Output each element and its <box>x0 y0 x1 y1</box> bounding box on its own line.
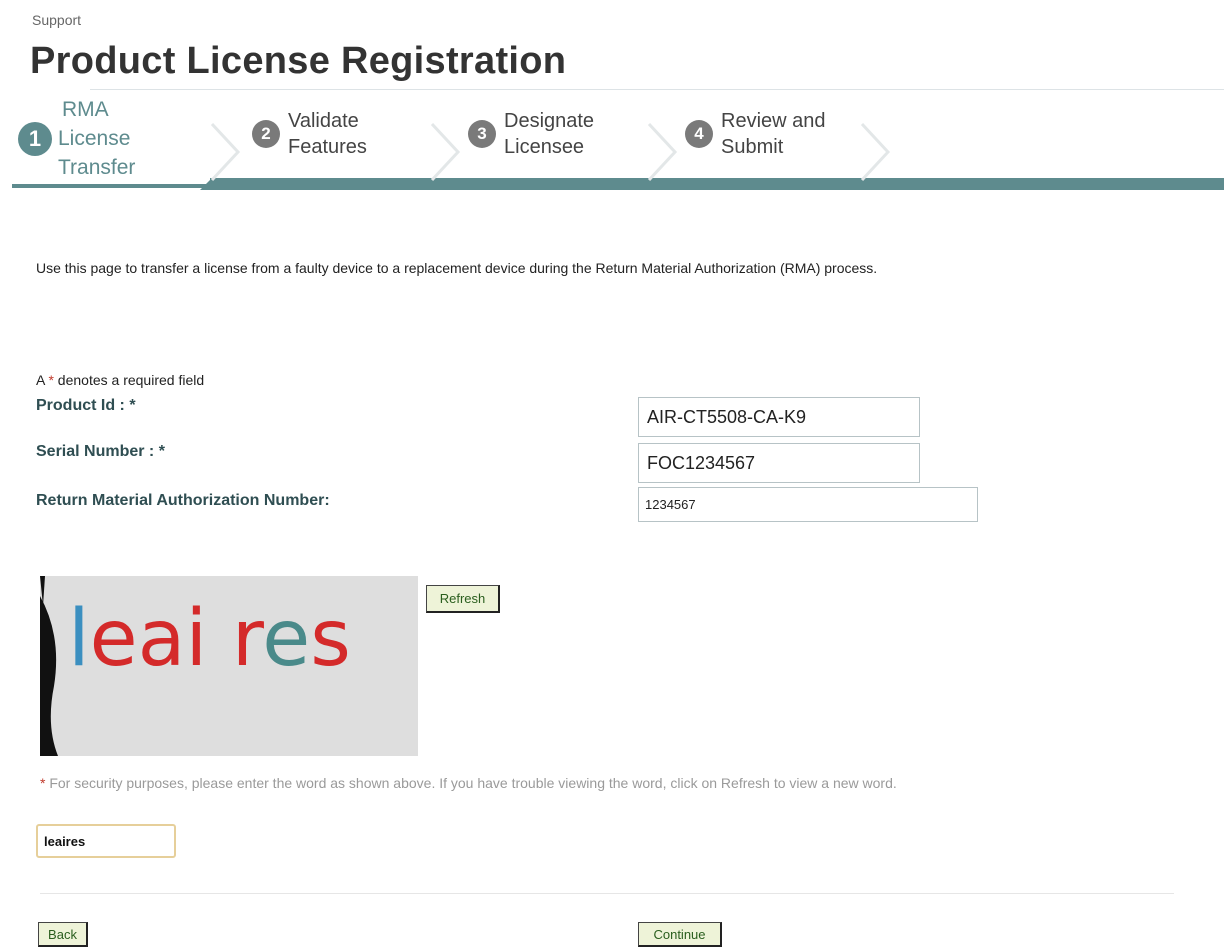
step-2-number: 2 <box>252 120 280 148</box>
required-note-suffix: denotes a required field <box>53 372 205 388</box>
back-button[interactable]: Back <box>38 922 88 947</box>
wizard-step-review-submit[interactable]: 4 Review and Submit <box>685 108 826 160</box>
product-id-input[interactable] <box>638 397 920 437</box>
captcha-instructions: * For security purposes, please enter th… <box>40 772 1130 795</box>
intro-text: Use this page to transfer a license from… <box>36 260 878 276</box>
wizard-step-validate-features[interactable]: 2 Validate Features <box>252 108 367 160</box>
required-field-note: A * denotes a required field <box>36 372 204 388</box>
captcha-image: leai res <box>40 576 418 756</box>
wizard-step-rma-license-transfer[interactable]: 1 RMA License Transfer <box>18 95 135 182</box>
wizard-step-designate-licensee[interactable]: 3 Designate Licensee <box>468 108 594 160</box>
step-3-number: 3 <box>468 120 496 148</box>
step-1-label-line2: License <box>58 127 131 150</box>
step-4-label-line2: Submit <box>721 136 784 158</box>
chevron-right-icon <box>430 122 461 182</box>
step-2-label-line1: Validate <box>288 110 359 132</box>
step-2-label: Validate Features <box>288 108 367 160</box>
wizard-progress-bar <box>210 178 1224 190</box>
rma-number-input[interactable] <box>638 487 978 522</box>
captcha-input[interactable] <box>36 824 176 858</box>
step-3-label-line1: Designate <box>504 110 595 132</box>
refresh-button[interactable]: Refresh <box>426 585 500 613</box>
form-bottom-divider <box>40 893 1174 894</box>
captcha-note-text: For security purposes, please enter the … <box>45 775 897 791</box>
page-title: Product License Registration <box>30 40 567 82</box>
step-1-number: 1 <box>18 121 52 156</box>
title-divider <box>90 89 1224 90</box>
step-3-label: Designate Licensee <box>504 108 594 160</box>
step-3-label-line2: Licensee <box>504 136 585 158</box>
wizard-active-underline <box>12 184 212 188</box>
captcha-word: leai res <box>68 594 351 684</box>
step-4-label-line1: Review and <box>721 110 826 132</box>
rma-number-label: Return Material Authorization Number: <box>36 492 330 509</box>
step-1-label-line3: Transfer <box>58 156 136 179</box>
step-4-label: Review and Submit <box>721 108 826 160</box>
step-4-number: 4 <box>685 120 713 148</box>
chevron-right-icon <box>210 122 241 182</box>
serial-number-label: Serial Number : * <box>36 443 165 460</box>
product-id-label: Product Id : * <box>36 397 136 414</box>
chevron-right-icon <box>860 122 891 182</box>
serial-number-input[interactable] <box>638 443 920 483</box>
step-1-label: RMA License Transfer <box>58 95 135 182</box>
continue-button[interactable]: Continue <box>638 922 722 947</box>
chevron-right-icon <box>647 122 678 182</box>
step-1-label-line1: RMA <box>62 98 109 121</box>
required-note-prefix: A <box>36 372 49 388</box>
breadcrumb-support[interactable]: Support <box>32 12 81 28</box>
step-2-label-line2: Features <box>288 136 367 158</box>
